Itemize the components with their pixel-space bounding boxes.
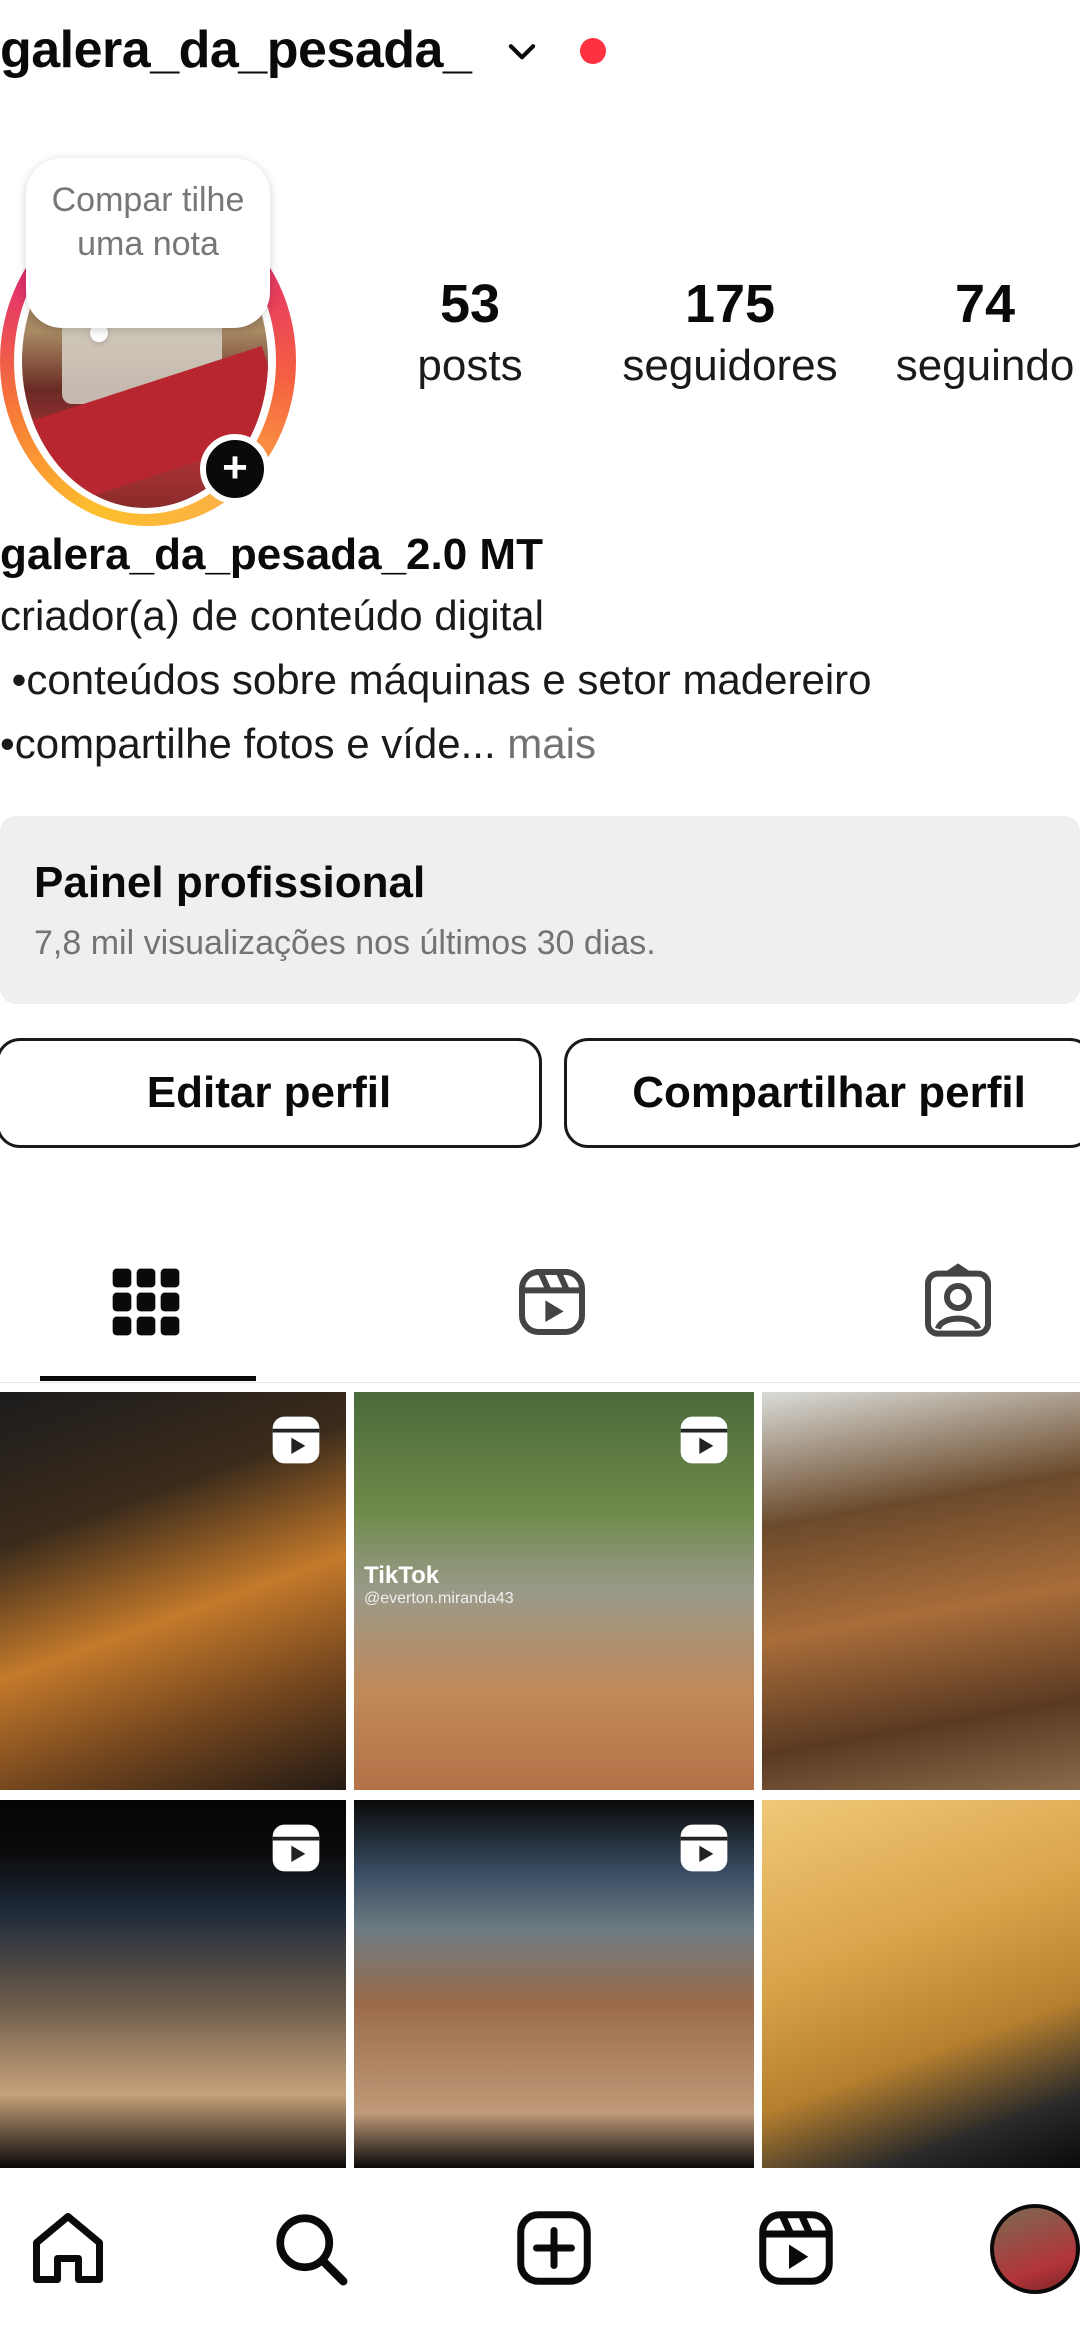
profile-category: criador(a) de conteúdo digital xyxy=(0,592,544,639)
following-label: seguindo xyxy=(895,341,1075,390)
notification-dot xyxy=(580,38,606,64)
create-icon[interactable] xyxy=(512,2206,596,2290)
search-icon[interactable] xyxy=(268,2206,352,2290)
active-tab-indicator xyxy=(40,1376,256,1381)
profile-avatar[interactable] xyxy=(990,2204,1080,2294)
followers-count: 175 xyxy=(684,274,776,334)
note-text: Compar tilhe uma nota xyxy=(51,181,245,263)
panel-title: Painel profissional xyxy=(34,858,426,907)
post-thumbnail[interactable]: TikTok @everton.miranda43 xyxy=(354,1392,754,1790)
stat-followers[interactable]: 175 seguidores xyxy=(608,272,852,396)
profile-username[interactable]: galera_da_pesada_ xyxy=(0,20,472,80)
reel-icon xyxy=(680,1416,728,1464)
professional-dashboard[interactable] xyxy=(0,816,1080,1004)
post-thumbnail[interactable] xyxy=(0,1392,346,1790)
post-thumbnail[interactable] xyxy=(0,1800,346,2168)
stat-posts[interactable]: 53 posts xyxy=(400,272,540,396)
post-thumbnail[interactable] xyxy=(354,1800,754,2168)
chevron-down-icon[interactable] xyxy=(503,32,541,70)
share-profile-button[interactable]: Compartilhar perfil xyxy=(564,1038,1080,1148)
followers-label: seguidores xyxy=(622,341,838,390)
stat-following[interactable]: 74 seguindo xyxy=(890,272,1080,396)
tiktok-watermark: TikTok xyxy=(364,1562,440,1589)
tagged-icon[interactable] xyxy=(918,1262,998,1342)
post-thumbnail[interactable] xyxy=(762,1800,1080,2168)
tiktok-handle: @everton.miranda43 xyxy=(364,1590,514,1607)
note-bubble[interactable]: Compar tilhe uma nota xyxy=(26,158,270,328)
reels-tab-icon[interactable] xyxy=(512,1262,592,1342)
profile-display-name: galera_da_pesada_2.0 MT xyxy=(0,530,543,579)
reel-icon xyxy=(680,1824,728,1872)
add-story-button[interactable]: + xyxy=(200,434,270,504)
grid-icon[interactable] xyxy=(106,1262,186,1342)
reel-icon xyxy=(272,1824,320,1872)
posts-count: 53 xyxy=(439,274,501,334)
post-thumbnail[interactable] xyxy=(762,1392,1080,1790)
panel-subtitle: 7,8 mil visualizações nos últimos 30 dia… xyxy=(34,924,656,962)
bio-line-2-text: •compartilhe fotos e víde... xyxy=(0,720,496,767)
edit-profile-button[interactable]: Editar perfil xyxy=(0,1038,542,1148)
more-link[interactable]: mais xyxy=(496,720,596,767)
following-count: 74 xyxy=(954,274,1016,334)
bio-line-2: •compartilhe fotos e víde... mais xyxy=(0,720,596,768)
reels-icon[interactable] xyxy=(754,2206,838,2290)
reel-icon xyxy=(272,1416,320,1464)
home-icon[interactable] xyxy=(26,2206,110,2290)
bio-line-1: •conteúdos sobre máquinas e setor madere… xyxy=(0,656,872,703)
posts-label: posts xyxy=(417,341,523,390)
